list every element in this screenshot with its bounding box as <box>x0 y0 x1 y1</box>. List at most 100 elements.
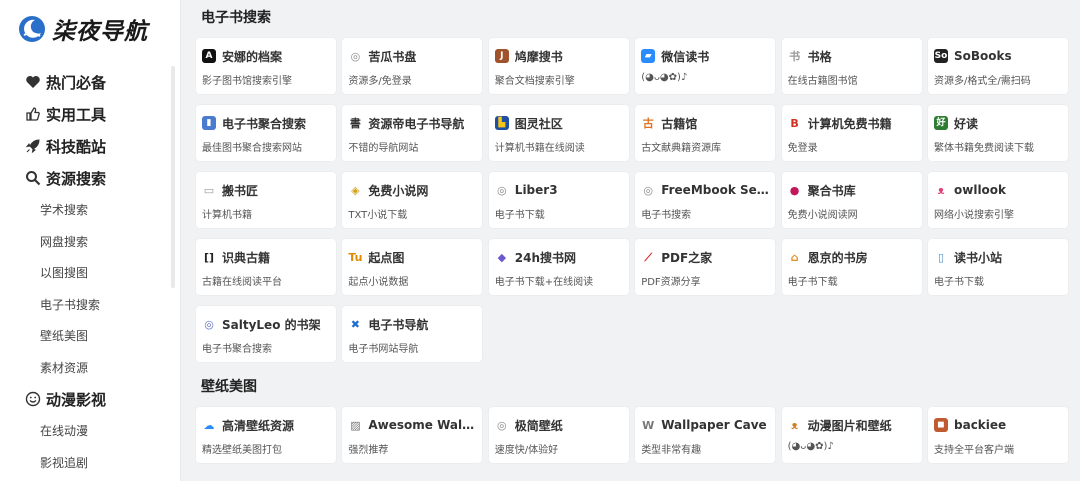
site-card-header: ✖ 电子书导航 <box>348 316 476 332</box>
brand-logo[interactable]: 柒夜导航 <box>18 13 148 45</box>
saltyleo-icon: ◎ <box>202 317 216 331</box>
sidebar-item-tools[interactable]: 实用工具 <box>0 98 181 130</box>
site-card-title: PDF之家 <box>661 250 713 265</box>
sidebar: 柒夜导航 热门必备 实用工具 科技酷站 资源搜索 学术搜索 网盘搜索 以图搜图 … <box>0 0 181 481</box>
site-card[interactable]: 書资源帝电子书导航不错的导航网站 <box>342 105 483 161</box>
site-card[interactable]: ᴥ owllook 网络小说搜索引擎 <box>928 172 1068 228</box>
site-card-description: 电子书下载 <box>787 277 838 288</box>
site-card[interactable]: Tu 起点图 起点小说数据 <box>342 239 483 295</box>
site-card[interactable]: ◎ FreeMbook Search 电子书搜索 <box>635 172 776 228</box>
sidebar-subitem-image-search[interactable]: 以图搜图 <box>0 257 181 289</box>
site-card-description: 电子书搜索 <box>641 210 692 221</box>
site-card[interactable]: ⌂ 恩京的书房电子书下载 <box>781 239 922 295</box>
site-card[interactable]: ◼ backiee 支持全平台客户端 <box>928 407 1068 463</box>
site-card[interactable]: W Wallpaper Cave 类型非常有趣 <box>635 407 776 463</box>
sidebar-item-label: 动漫影视 <box>46 390 107 409</box>
site-card-description: 不错的导航网站 <box>348 143 419 154</box>
site-card[interactable]: ▨ Awesome Wallpa... 强烈推荐 <box>342 407 483 463</box>
site-card-description: 电子书下载+在线阅读 <box>494 277 594 288</box>
site-card[interactable]: ☁ 高清壁纸资源 精选壁纸美图打包 <box>196 407 336 463</box>
sidebar-item-label: 热门必备 <box>46 73 107 92</box>
site-card-title: 微信读书 <box>661 49 710 64</box>
site-card[interactable]: ᴥ 动漫图片和壁纸 (◕ᴗ◕✿)♪ <box>781 407 922 463</box>
sidebar-nav: 热门必备 实用工具 科技酷站 资源搜索 学术搜索 网盘搜索 以图搜图 电子书搜索… <box>0 66 181 478</box>
cross-icon: ✖ <box>348 317 363 331</box>
site-card[interactable]: ▰ 微信读书 (◕ᴗ◕✿)♪ <box>635 38 776 94</box>
site-card[interactable]: ◎ SaltyLeo 的书架 电子书聚合搜索 <box>196 306 336 362</box>
sidebar-item-tech[interactable]: 科技酷站 <box>0 130 181 162</box>
site-card-header: 好好读 <box>934 115 1062 131</box>
site-card[interactable]: A 安娜的档案 影子图书馆搜索引擎 <box>196 38 336 94</box>
sidebar-item-resource-search[interactable]: 资源搜索 <box>0 162 181 194</box>
site-card[interactable]: ✖ 电子书导航 电子书网站导航 <box>342 306 483 362</box>
site-card-title: Wallpaper Cave <box>661 418 767 432</box>
site-card-title: 极简壁纸 <box>514 418 563 433</box>
site-card[interactable]: B 计算机免费书籍免登录 <box>781 105 922 161</box>
site-card-title: FreeMbook Search <box>661 183 769 197</box>
site-card-description: 免登录 <box>787 143 818 154</box>
site-card-title: 起点图 <box>368 250 405 265</box>
site-card-title: 高清壁纸资源 <box>222 418 295 433</box>
site-card-header: ◎ FreeMbook Search <box>641 182 769 198</box>
site-card-title: 免费小说网 <box>368 183 429 198</box>
site-card[interactable]: ◎ 苦瓜书盘 资源多/免登录 <box>342 38 483 94</box>
site-card[interactable]: ◆ 24h搜书网 电子书下载+在线阅读 <box>488 239 629 295</box>
site-card[interactable]: ◈ 免费小说网 TXT小说下载 <box>342 172 483 228</box>
sidebar-subitem-academic[interactable]: 学术搜索 <box>0 194 181 226</box>
site-card[interactable]: ▮ 电子书聚合搜索 最佳图书聚合搜索网站 <box>196 105 336 161</box>
site-card-description: 支持全平台客户端 <box>934 445 1014 456</box>
sidebar-subitem-materials[interactable]: 素材资源 <box>0 352 181 384</box>
site-card-title: 好读 <box>954 116 979 131</box>
site-card[interactable]: ▯ 读书小站电子书下载 <box>928 239 1068 295</box>
sidebar-subitem-tv-series[interactable]: 影视追剧 <box>0 447 181 479</box>
site-card-title: 读书小站 <box>954 250 1003 265</box>
site-card-header: ▯ 读书小站 <box>934 249 1062 265</box>
site-card-header: 書资源帝电子书导航 <box>348 115 476 131</box>
site-card-header: ◎ Liber3 <box>494 182 623 198</box>
site-card-header: 古古籍馆 <box>641 115 769 131</box>
sidebar-subitem-online-anime[interactable]: 在线动漫 <box>0 415 181 447</box>
site-card-description: 古籍在线阅读平台 <box>202 277 282 288</box>
site-card-header: ⌂ 恩京的书房 <box>787 249 916 265</box>
site-card[interactable]: ◎ 极简壁纸 速度快/体验好 <box>488 407 629 463</box>
site-card[interactable]: ● 聚合书库 免费小说阅读网 <box>781 172 922 228</box>
site-card-description: 网络小说搜索引擎 <box>934 210 1014 221</box>
site-card-header: B 计算机免费书籍 <box>787 115 916 131</box>
site-card[interactable]: J 鸠摩搜书 聚合文档搜索引擎 <box>488 38 629 94</box>
site-card-description: 电子书下载 <box>934 277 984 288</box>
sidebar-subitem-netdisk[interactable]: 网盘搜索 <box>0 226 181 258</box>
site-card-description: 繁体书籍免费阅读下载 <box>934 143 1034 154</box>
site-card-title: 动漫图片和壁纸 <box>807 418 892 433</box>
smile-icon <box>25 391 41 407</box>
books-icon: 書 <box>348 116 363 130</box>
sidebar-subitem-ebook-search[interactable]: 电子书搜索 <box>0 289 181 321</box>
site-card-description: 计算机书籍在线阅读 <box>494 143 585 154</box>
sidebar-subitem-wallpaper[interactable]: 壁纸美图 <box>0 320 181 352</box>
site-card[interactable]: 好好读繁体书籍免费阅读下载 <box>928 105 1068 161</box>
site-card-description: PDF资源分享 <box>641 277 701 288</box>
site-card-title: Liber3 <box>514 183 558 197</box>
sidebar-item-label: 科技酷站 <box>46 137 107 156</box>
site-card-description: TXT小说下载 <box>348 210 408 221</box>
site-card[interactable]: ▙ 图灵社区计算机书籍在线阅读 <box>488 105 629 161</box>
site-card[interactable]: 书书格 在线古籍图书馆 <box>781 38 922 94</box>
site-card[interactable]: ▭ 搬书匠 计算机书籍 <box>196 172 336 228</box>
site-card-title: 鸠摩搜书 <box>514 49 563 64</box>
main-content: 电子书搜索 A 安娜的档案 影子图书馆搜索引擎 ◎ 苦瓜书盘 资源多/免登录 J 鸠摩搜书 聚合… <box>181 0 1080 481</box>
site-card-title: 24h搜书网 <box>514 250 577 265</box>
heart-icon <box>26 76 40 88</box>
site-card[interactable]: ◎ Liber3 电子书下载 <box>488 172 629 228</box>
site-card[interactable]: So SoBooks 资源多/格式全/需扫码 <box>928 38 1068 94</box>
sidebar-item-anime-video[interactable]: 动漫影视 <box>0 383 181 415</box>
site-card-description: 类型非常有趣 <box>641 445 702 456</box>
site-card[interactable]: 古古籍馆 古文献典籍资源库 <box>635 105 776 161</box>
site-card[interactable]: ⟋ PDF之家 PDF资源分享 <box>635 239 776 295</box>
site-card-header: ▙ 图灵社区 <box>494 115 623 131</box>
site-card-header: ● 聚合书库 <box>787 182 916 198</box>
sidebar-item-hot[interactable]: 热门必备 <box>0 66 181 98</box>
site-card-header: ☁ 高清壁纸资源 <box>202 417 330 433</box>
site-card-title: owllook <box>954 183 1007 197</box>
site-card-header: ◎ 极简壁纸 <box>494 417 623 433</box>
site-card-description: 电子书聚合搜索 <box>202 344 272 355</box>
site-card[interactable]: [] 识典古籍 古籍在线阅读平台 <box>196 239 336 295</box>
